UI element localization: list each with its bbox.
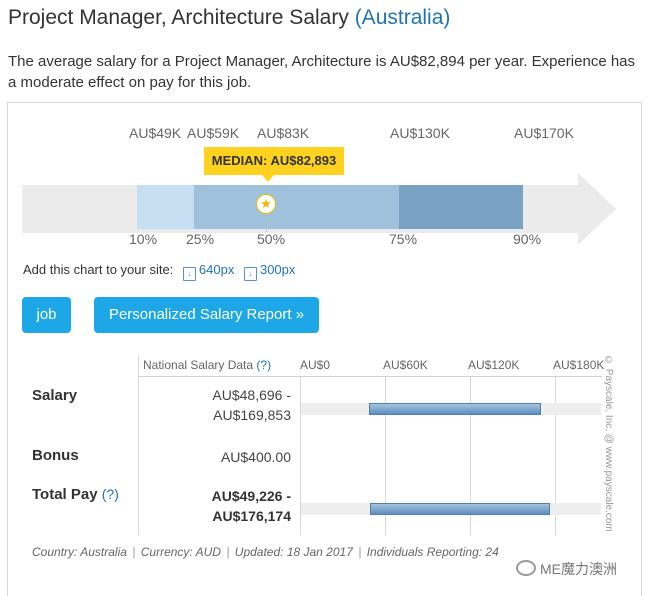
percentile-label-50: 50% (257, 231, 286, 247)
range-label-p10: AU$49K (129, 125, 182, 141)
job-button[interactable]: job (22, 297, 71, 333)
footer-reporting: Individuals Reporting: 24 (366, 545, 499, 559)
median-callout: MEDIAN: AU$82,893 (204, 147, 344, 182)
salary-summary: The average salary for a Project Manager… (8, 53, 636, 91)
page-title-text: Project Manager, Architecture Salary (8, 6, 349, 29)
range-band-p75-p90 (399, 185, 523, 229)
embed-640-link[interactable]: 640px (199, 262, 234, 277)
range-band-p10-p25 (137, 185, 194, 229)
help-icon[interactable]: (?) (256, 358, 271, 372)
footer-currency: Currency: AUD (140, 545, 221, 559)
table-header-divider (138, 376, 602, 377)
axis-label-60k: AU$60K (383, 358, 428, 372)
page-title: Project Manager, Architecture Salary (Au… (8, 6, 450, 30)
axis-label-120k: AU$120K (468, 358, 520, 372)
total-pay-label: Total Pay (32, 486, 98, 503)
total-pay-low: AU$49,226 - (211, 488, 291, 504)
watermark-text: ME魔力澳洲 (540, 561, 617, 577)
copyright-text: © Payscale, Inc. @ www.payscale.com (603, 355, 614, 532)
personalized-report-button[interactable]: Personalized Salary Report » (94, 297, 319, 333)
salary-range-bar (368, 403, 541, 415)
row-label-total-pay: Total Pay (?) (32, 486, 119, 503)
footer-updated: Updated: 18 Jan 2017 (234, 545, 353, 559)
range-label-p90: AU$170K (514, 125, 574, 141)
total-pay-range-bar (369, 503, 550, 515)
salary-range-low: AU$48,696 - (212, 387, 291, 403)
median-guide-line (266, 214, 267, 232)
wechat-icon (516, 560, 536, 576)
table-column-divider (138, 355, 139, 535)
range-label-p75: AU$130K (390, 125, 450, 141)
embed-300-link[interactable]: 300px (260, 262, 295, 277)
help-icon[interactable]: (?) (102, 486, 119, 502)
national-salary-header: National Salary Data (?) (143, 358, 271, 372)
footer-country: Country: Australia (32, 545, 127, 559)
download-icon[interactable]: ↓ (243, 267, 257, 281)
percentile-label-10: 10% (129, 231, 158, 247)
data-footer: Country: Australia | Currency: AUD | Upd… (32, 545, 499, 559)
add-chart-label: Add this chart to your site: (23, 262, 174, 277)
total-pay-value: AU$49,226 - AU$176,174 (151, 486, 291, 526)
national-salary-header-label: National Salary Data (143, 358, 254, 372)
row-label-salary: Salary (32, 387, 78, 404)
bonus-value: AU$400.00 (220, 449, 291, 465)
axis-label-0: AU$0 (300, 358, 331, 372)
axis-label-180k: AU$180K (553, 358, 605, 372)
percentile-label-75: 75% (389, 231, 418, 247)
add-chart-row: Add this chart to your site: ↓ 640px ↓ 300… (23, 262, 295, 281)
total-pay-high: AU$176,174 (212, 508, 291, 524)
download-icon[interactable]: ↓ (182, 267, 196, 281)
range-band-p25-p75 (194, 185, 399, 229)
wechat-watermark: ME魔力澳洲 (516, 559, 617, 579)
percentile-label-90: 90% (513, 231, 542, 247)
region-link[interactable]: (Australia) (355, 6, 451, 29)
range-label-p25: AU$59K (187, 125, 240, 141)
salary-range-value: AU$48,696 - AU$169,853 (151, 385, 291, 425)
percentile-label-25: 25% (186, 231, 215, 247)
range-label-p50: AU$83K (257, 125, 310, 141)
salary-range-high: AU$169,853 (213, 407, 291, 423)
median-star-icon: ★ (256, 194, 276, 214)
row-label-bonus: Bonus (32, 447, 79, 464)
